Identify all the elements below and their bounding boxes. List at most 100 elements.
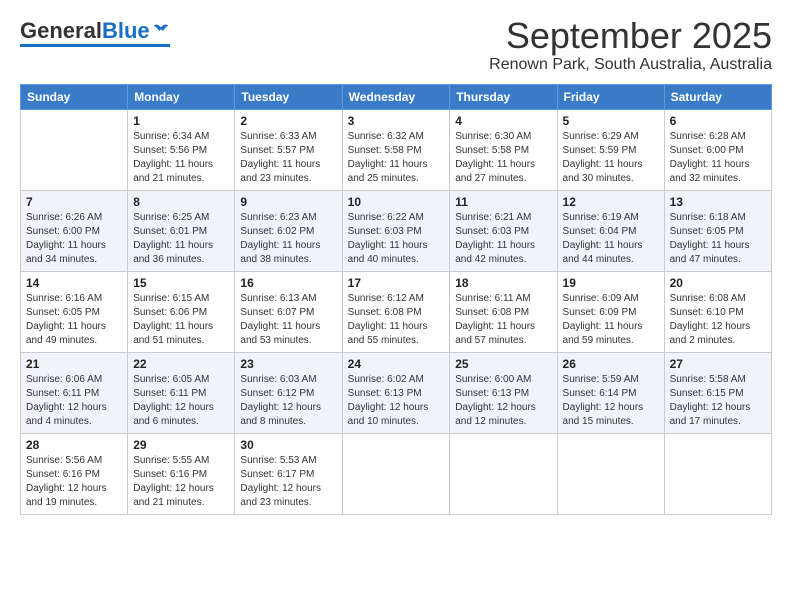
- day-info: Sunrise: 6:15 AMSunset: 6:06 PMDaylight:…: [133, 292, 229, 348]
- calendar-cell: 23 Sunrise: 6:03 AMSunset: 6:12 PMDayligh…: [235, 352, 342, 433]
- day-info: Sunrise: 6:06 AMSunset: 6:11 PMDaylight:…: [26, 373, 122, 429]
- calendar-cell: 13 Sunrise: 6:18 AMSunset: 6:05 PMDayligh…: [664, 190, 771, 271]
- calendar-cell: 1 Sunrise: 6:34 AMSunset: 5:56 PMDaylight…: [128, 109, 235, 190]
- day-info: Sunrise: 6:33 AMSunset: 5:57 PMDaylight:…: [240, 130, 336, 186]
- title-section: September 2025 Renown Park, South Austra…: [489, 16, 772, 74]
- day-number: 11: [455, 195, 551, 209]
- day-info: Sunrise: 6:22 AMSunset: 6:03 PMDaylight:…: [348, 211, 445, 267]
- day-info: Sunrise: 6:30 AMSunset: 5:58 PMDaylight:…: [455, 130, 551, 186]
- calendar-cell: 20 Sunrise: 6:08 AMSunset: 6:10 PMDayligh…: [664, 271, 771, 352]
- logo: General Blue: [20, 20, 170, 47]
- day-number: 4: [455, 114, 551, 128]
- calendar-cell: 17Sunrise: 6:12 AMSunset: 6:08 PMDayligh…: [342, 271, 450, 352]
- calendar-cell: 10 Sunrise: 6:22 AMSunset: 6:03 PMDayligh…: [342, 190, 450, 271]
- calendar-table: SundayMondayTuesdayWednesdayThursdayFrid…: [20, 84, 772, 515]
- day-info: Sunrise: 6:05 AMSunset: 6:11 PMDaylight:…: [133, 373, 229, 429]
- day-number: 24: [348, 357, 445, 371]
- day-info: Sunrise: 6:34 AMSunset: 5:56 PMDaylight:…: [133, 130, 229, 186]
- day-info: Sunrise: 6:13 AMSunset: 6:07 PMDaylight:…: [240, 292, 336, 348]
- day-number: 9: [240, 195, 336, 209]
- day-number: 15: [133, 276, 229, 290]
- calendar-cell: [342, 433, 450, 514]
- day-number: 23: [240, 357, 336, 371]
- calendar-cell: 15 Sunrise: 6:15 AMSunset: 6:06 PMDayligh…: [128, 271, 235, 352]
- day-number: 10: [348, 195, 445, 209]
- day-number: 19: [563, 276, 659, 290]
- day-info: Sunrise: 5:53 AMSunset: 6:17 PMDaylight:…: [240, 454, 336, 510]
- calendar-cell: 11 Sunrise: 6:21 AMSunset: 6:03 PMDayligh…: [450, 190, 557, 271]
- day-number: 5: [563, 114, 659, 128]
- day-number: 17: [348, 276, 445, 290]
- day-number: 16: [240, 276, 336, 290]
- day-info: Sunrise: 6:02 AMSunset: 6:13 PMDaylight:…: [348, 373, 445, 429]
- day-info: Sunrise: 6:29 AMSunset: 5:59 PMDaylight:…: [563, 130, 659, 186]
- day-number: 22: [133, 357, 229, 371]
- day-info: Sunrise: 5:56 AMSunset: 6:16 PMDaylight:…: [26, 454, 122, 510]
- calendar-cell: 3 Sunrise: 6:32 AMSunset: 5:58 PMDaylight…: [342, 109, 450, 190]
- calendar-cell: 19 Sunrise: 6:09 AMSunset: 6:09 PMDayligh…: [557, 271, 664, 352]
- day-info: Sunrise: 6:00 AMSunset: 6:13 PMDaylight:…: [455, 373, 551, 429]
- calendar-header-sunday: Sunday: [21, 84, 128, 109]
- calendar-cell: 7 Sunrise: 6:26 AMSunset: 6:00 PMDaylight…: [21, 190, 128, 271]
- day-info: Sunrise: 6:16 AMSunset: 6:05 PMDaylight:…: [26, 292, 122, 348]
- calendar-cell: 22 Sunrise: 6:05 AMSunset: 6:11 PMDayligh…: [128, 352, 235, 433]
- calendar-cell: 16 Sunrise: 6:13 AMSunset: 6:07 PMDayligh…: [235, 271, 342, 352]
- day-number: 7: [26, 195, 122, 209]
- logo-bird-icon: [152, 22, 170, 40]
- calendar-cell: [664, 433, 771, 514]
- month-title: September 2025: [489, 16, 772, 56]
- calendar-cell: [450, 433, 557, 514]
- calendar-cell: 2Sunrise: 6:33 AMSunset: 5:57 PMDaylight…: [235, 109, 342, 190]
- calendar-cell: 4 Sunrise: 6:30 AMSunset: 5:58 PMDaylight…: [450, 109, 557, 190]
- calendar-cell: 6Sunrise: 6:28 AMSunset: 6:00 PMDaylight…: [664, 109, 771, 190]
- day-info: Sunrise: 6:19 AMSunset: 6:04 PMDaylight:…: [563, 211, 659, 267]
- day-number: 1: [133, 114, 229, 128]
- calendar-cell: 29Sunrise: 5:55 AMSunset: 6:16 PMDayligh…: [128, 433, 235, 514]
- calendar-week-row: 14 Sunrise: 6:16 AMSunset: 6:05 PMDayligh…: [21, 271, 772, 352]
- calendar-cell: 24 Sunrise: 6:02 AMSunset: 6:13 PMDayligh…: [342, 352, 450, 433]
- day-number: 29: [133, 438, 229, 452]
- day-info: Sunrise: 6:23 AMSunset: 6:02 PMDaylight:…: [240, 211, 336, 267]
- calendar-cell: 5 Sunrise: 6:29 AMSunset: 5:59 PMDaylight…: [557, 109, 664, 190]
- day-number: 28: [26, 438, 122, 452]
- calendar-week-row: 1 Sunrise: 6:34 AMSunset: 5:56 PMDaylight…: [21, 109, 772, 190]
- day-number: 18: [455, 276, 551, 290]
- day-info: Sunrise: 6:08 AMSunset: 6:10 PMDaylight:…: [670, 292, 766, 348]
- day-number: 21: [26, 357, 122, 371]
- location-title: Renown Park, South Australia, Australia: [489, 56, 772, 74]
- calendar-cell: 21 Sunrise: 6:06 AMSunset: 6:11 PMDayligh…: [21, 352, 128, 433]
- logo-underline: [20, 44, 170, 47]
- day-info: Sunrise: 6:26 AMSunset: 6:00 PMDaylight:…: [26, 211, 122, 267]
- day-info: Sunrise: 5:59 AMSunset: 6:14 PMDaylight:…: [563, 373, 659, 429]
- calendar-header-saturday: Saturday: [664, 84, 771, 109]
- day-info: Sunrise: 6:18 AMSunset: 6:05 PMDaylight:…: [670, 211, 766, 267]
- calendar-header-row: SundayMondayTuesdayWednesdayThursdayFrid…: [21, 84, 772, 109]
- day-info: Sunrise: 6:25 AMSunset: 6:01 PMDaylight:…: [133, 211, 229, 267]
- day-info: Sunrise: 5:58 AMSunset: 6:15 PMDaylight:…: [670, 373, 766, 429]
- calendar-cell: 14 Sunrise: 6:16 AMSunset: 6:05 PMDayligh…: [21, 271, 128, 352]
- day-number: 20: [670, 276, 766, 290]
- calendar-header-tuesday: Tuesday: [235, 84, 342, 109]
- day-number: 12: [563, 195, 659, 209]
- day-number: 27: [670, 357, 766, 371]
- calendar-week-row: 28 Sunrise: 5:56 AMSunset: 6:16 PMDayligh…: [21, 433, 772, 514]
- calendar-cell: [21, 109, 128, 190]
- day-info: Sunrise: 6:03 AMSunset: 6:12 PMDaylight:…: [240, 373, 336, 429]
- logo-general: General: [20, 20, 102, 42]
- day-number: 3: [348, 114, 445, 128]
- day-info: Sunrise: 6:21 AMSunset: 6:03 PMDaylight:…: [455, 211, 551, 267]
- calendar-cell: 8Sunrise: 6:25 AMSunset: 6:01 PMDaylight…: [128, 190, 235, 271]
- day-info: Sunrise: 6:09 AMSunset: 6:09 PMDaylight:…: [563, 292, 659, 348]
- day-info: Sunrise: 6:32 AMSunset: 5:58 PMDaylight:…: [348, 130, 445, 186]
- calendar-cell: 18Sunrise: 6:11 AMSunset: 6:08 PMDayligh…: [450, 271, 557, 352]
- calendar-cell: 30Sunrise: 5:53 AMSunset: 6:17 PMDayligh…: [235, 433, 342, 514]
- calendar-cell: 25Sunrise: 6:00 AMSunset: 6:13 PMDayligh…: [450, 352, 557, 433]
- calendar-cell: 12 Sunrise: 6:19 AMSunset: 6:04 PMDayligh…: [557, 190, 664, 271]
- calendar-header-monday: Monday: [128, 84, 235, 109]
- day-number: 13: [670, 195, 766, 209]
- calendar-header-friday: Friday: [557, 84, 664, 109]
- day-number: 26: [563, 357, 659, 371]
- calendar-cell: [557, 433, 664, 514]
- day-number: 14: [26, 276, 122, 290]
- calendar-cell: 27 Sunrise: 5:58 AMSunset: 6:15 PMDayligh…: [664, 352, 771, 433]
